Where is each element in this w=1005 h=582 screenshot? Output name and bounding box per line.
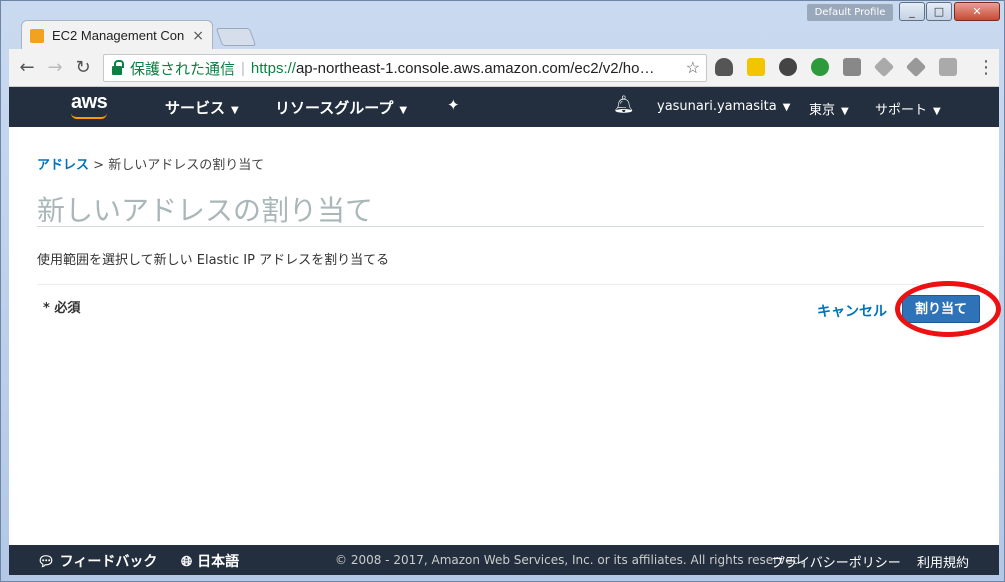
tab-close-icon[interactable]: × bbox=[192, 28, 204, 44]
pocket-icon[interactable] bbox=[715, 58, 733, 76]
dropbox-icon[interactable] bbox=[905, 56, 927, 78]
breadcrumb: アドレス > 新しいアドレスの割り当て bbox=[37, 154, 264, 173]
browser-tab[interactable]: EC2 Management Con × bbox=[21, 20, 213, 50]
language-selector[interactable]: 🌐︎ 日本語 bbox=[181, 551, 239, 571]
pin-icon[interactable]: ✦ bbox=[447, 96, 460, 114]
main-content: アドレス > 新しいアドレスの割り当て 新しいアドレスの割り当て 使用範囲を選択… bbox=[9, 127, 1001, 545]
profile-badge[interactable]: Default Profile bbox=[807, 4, 893, 21]
evernote-icon[interactable] bbox=[779, 58, 797, 76]
secure-label: 保護された通信 bbox=[130, 60, 236, 78]
tab-title: EC2 Management Con bbox=[52, 28, 185, 43]
globe-icon: 🌐︎ bbox=[181, 554, 198, 570]
required-note: * 必須 bbox=[43, 301, 81, 316]
breadcrumb-addresses-link[interactable]: アドレス bbox=[37, 158, 89, 173]
address-bar[interactable]: 保護された通信 | https:// ap-northeast-1.consol… bbox=[103, 54, 707, 82]
url-scheme: https:// bbox=[250, 59, 296, 77]
aws-footer: 💬︎ フィードバック 🌐︎ 日本語 © 2008 - 2017, Amazon … bbox=[9, 545, 999, 575]
support-menu[interactable]: サポート ▼ bbox=[875, 99, 941, 118]
bell-icon[interactable]: 🔔︎ bbox=[613, 95, 635, 115]
region-label: 東京 bbox=[809, 103, 836, 118]
reload-icon[interactable]: ↻ bbox=[69, 57, 97, 78]
chevron-down-icon: ▼ bbox=[399, 105, 408, 116]
back-icon[interactable]: ← bbox=[13, 57, 41, 78]
browser-toolbar: ← → ↻ 保護された通信 | https:// ap-northeast-1.… bbox=[9, 49, 999, 87]
aws-top-nav: aws サービス ▼ リソースグループ ▼ ✦ 🔔︎ yasunari.yamasi… bbox=[9, 87, 999, 127]
close-window-button[interactable]: ✕ bbox=[954, 2, 1000, 21]
terms-link[interactable]: 利用規約 bbox=[917, 552, 969, 571]
bookmark-star-icon[interactable]: ☆ bbox=[686, 58, 700, 78]
resource-groups-label: リソースグループ bbox=[275, 99, 394, 117]
title-divider bbox=[37, 226, 984, 227]
feedback-link[interactable]: 💬︎ フィードバック bbox=[37, 551, 157, 571]
cancel-button[interactable]: キャンセル bbox=[817, 301, 887, 321]
chevron-down-icon: ▼ bbox=[933, 106, 941, 117]
minimize-button[interactable]: _ bbox=[899, 2, 925, 21]
resource-groups-menu[interactable]: リソースグループ ▼ bbox=[275, 97, 407, 118]
copyright-text: © 2008 - 2017, Amazon Web Services, Inc.… bbox=[335, 553, 805, 567]
user-label: yasunari.yamasita bbox=[657, 99, 777, 114]
support-label: サポート bbox=[875, 103, 928, 118]
services-menu[interactable]: サービス ▼ bbox=[165, 97, 239, 118]
pdf-icon[interactable] bbox=[939, 58, 957, 76]
url-text: ap-northeast-1.console.aws.amazon.com/ec… bbox=[295, 59, 655, 77]
page-title: 新しいアドレスの割り当て bbox=[37, 194, 374, 227]
highlight-circle bbox=[895, 281, 1001, 337]
section-divider bbox=[37, 284, 984, 285]
speech-bubble-icon: 💬︎ bbox=[37, 554, 60, 570]
user-menu[interactable]: yasunari.yamasita ▼ bbox=[657, 99, 790, 114]
services-label: サービス bbox=[165, 99, 226, 117]
browser-menu-icon[interactable]: ⋮ bbox=[977, 57, 995, 78]
extension-badge-icon[interactable] bbox=[811, 58, 829, 76]
breadcrumb-separator: > bbox=[89, 158, 109, 173]
url-divider: | bbox=[241, 59, 245, 77]
forward-icon[interactable]: → bbox=[41, 57, 69, 78]
page-description: 使用範囲を選択して新しい Elastic IP アドレスを割り当てる bbox=[37, 253, 390, 268]
region-menu[interactable]: 東京 ▼ bbox=[809, 99, 849, 118]
chevron-down-icon: ▼ bbox=[231, 105, 239, 116]
language-label: 日本語 bbox=[197, 554, 240, 570]
chevron-down-icon: ▼ bbox=[782, 102, 791, 113]
extension-phone-icon[interactable] bbox=[747, 58, 765, 76]
extension-s-icon[interactable] bbox=[843, 58, 861, 76]
new-tab-button[interactable] bbox=[215, 28, 257, 46]
privacy-policy-link[interactable]: プライバシーポリシー bbox=[771, 552, 901, 571]
lock-icon bbox=[112, 59, 124, 75]
maximize-button[interactable]: □ bbox=[926, 2, 952, 21]
breadcrumb-current: 新しいアドレスの割り当て bbox=[108, 158, 265, 173]
feedback-label: フィードバック bbox=[59, 554, 158, 570]
drive-icon[interactable] bbox=[873, 56, 895, 78]
chevron-down-icon: ▼ bbox=[841, 106, 849, 117]
browser-window: Default Profile _ □ ✕ EC2 Management Con… bbox=[0, 0, 1005, 582]
aws-box-icon bbox=[30, 28, 44, 43]
aws-logo-smile bbox=[71, 113, 107, 119]
aws-logo[interactable]: aws bbox=[71, 91, 108, 114]
